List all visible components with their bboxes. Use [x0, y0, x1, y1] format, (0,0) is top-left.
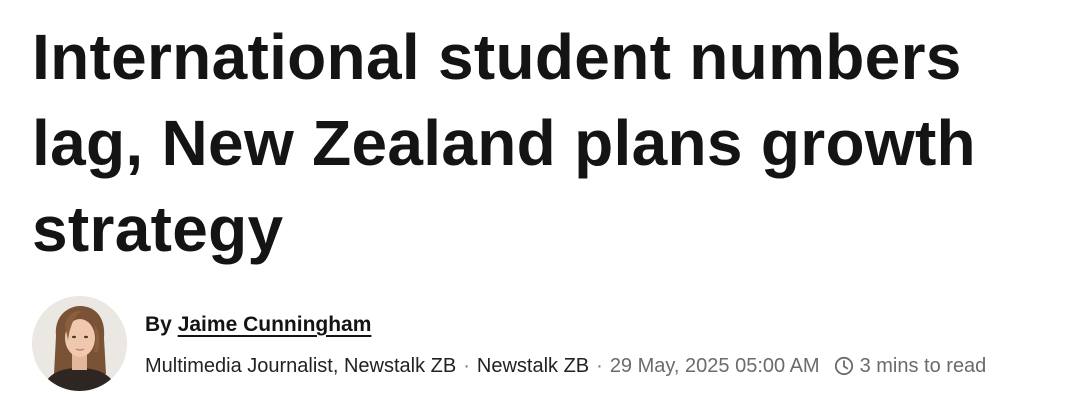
publication-name: Newstalk ZB [476, 354, 590, 377]
publish-date: 29 May, 2025 05:00 AM [609, 354, 820, 377]
byline-text: By Jaime Cunningham Multimedia Journalis… [145, 309, 986, 379]
author-line: By Jaime Cunningham [145, 311, 986, 339]
meta-separator: · [596, 354, 603, 377]
author-avatar[interactable] [32, 296, 127, 391]
author-role: Multimedia Journalist, Newstalk ZB [145, 354, 457, 377]
article-headline: International student numbers lag, New Z… [32, 21, 976, 265]
clock-icon [834, 356, 854, 376]
meta-separator: · [463, 354, 470, 377]
author-name-link[interactable]: Jaime Cunningham [178, 313, 372, 336]
read-time: 3 mins to read [859, 354, 987, 377]
article-meta: Multimedia Journalist, Newstalk ZB · New… [145, 353, 986, 379]
byline: By Jaime Cunningham Multimedia Journalis… [32, 296, 986, 391]
avatar-portrait-image [32, 296, 127, 391]
byline-prefix: By [145, 312, 172, 336]
